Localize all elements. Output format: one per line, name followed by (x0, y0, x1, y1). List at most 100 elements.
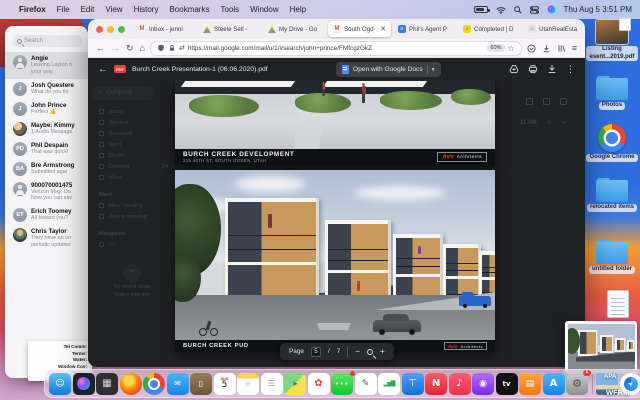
menu-tools[interactable]: Tools (220, 5, 239, 14)
system-preferences-icon[interactable]: ⚙1 (566, 373, 588, 395)
menu-file[interactable]: File (57, 5, 70, 14)
zoom-window-button[interactable] (118, 26, 125, 33)
news-icon[interactable]: N (425, 373, 447, 395)
tv-icon[interactable]: tv (496, 373, 518, 395)
sidebar-new-meeting[interactable]: New meeting (92, 200, 172, 211)
desktop-label-wfrm[interactable]: WFRM (606, 388, 629, 397)
more-options-icon[interactable]: ⋮ (566, 64, 575, 75)
screenshot-preview-thumbnail[interactable] (565, 321, 637, 373)
spotlight-icon[interactable] (514, 6, 522, 14)
tab-south-ogden-active[interactable]: M South Ogd ✕ (328, 21, 391, 37)
menu-edit[interactable]: Edit (81, 5, 95, 14)
launchpad-icon[interactable]: ▦ (96, 373, 118, 395)
close-window-button[interactable] (96, 26, 103, 33)
menu-window[interactable]: Window (250, 5, 278, 14)
back-icon[interactable]: ← (98, 64, 108, 75)
music-icon[interactable]: ♪ (449, 373, 471, 395)
sidebar-join-meeting[interactable]: Join a meeting (92, 211, 172, 222)
conversation-angie[interactable]: Angie Leaving Layton n your way. (5, 52, 88, 79)
photos-icon[interactable]: ✿ (308, 373, 330, 395)
siri-icon[interactable] (547, 5, 556, 14)
app-store-icon[interactable]: A (543, 373, 565, 395)
library-icon[interactable] (557, 44, 566, 53)
conversation-john-prince[interactable]: J John Prince Perfect 👍 (5, 99, 88, 119)
menu-app-name[interactable]: Firefox (19, 5, 46, 14)
mail-icon[interactable]: ✉ (167, 373, 189, 395)
menu-bookmarks[interactable]: Bookmarks (169, 5, 209, 14)
sidebar-more[interactable]: More (92, 172, 172, 183)
messages-search-input[interactable]: Search (13, 35, 82, 47)
messages-icon[interactable]: ••• (331, 373, 353, 395)
desktop-icon-untitled-folder[interactable]: untitled folder (586, 240, 638, 274)
firefox-icon[interactable] (120, 373, 142, 395)
keynote-icon[interactable]: ⊤ (402, 373, 424, 395)
menu-clock[interactable]: Thu Aug 5 3:51 PM (564, 5, 633, 14)
conversation-erich-toomey[interactable]: ET Erich Toomey All toward you? (5, 205, 88, 225)
hangouts-contact[interactable]: — (92, 239, 172, 250)
tab-completed[interactable]: ↓ Completed | D (458, 21, 521, 37)
conversation-kimmy[interactable]: Maybe: Kimmy 1 Audio Message (5, 119, 88, 139)
menu-help[interactable]: Help (290, 5, 306, 14)
minimize-window-button[interactable] (107, 26, 114, 33)
bookmark-star-icon[interactable]: ☆ (508, 44, 515, 53)
wifi-icon[interactable] (496, 6, 506, 14)
textedit-icon[interactable]: ✎ (355, 373, 377, 395)
chrome-icon[interactable] (143, 373, 165, 395)
app-menu-icon[interactable]: ≡ (572, 44, 577, 53)
home-button[interactable]: ⌂ (140, 44, 145, 53)
sidebar-snoozed[interactable]: Snoozed (92, 128, 172, 139)
finder-icon[interactable]: ☺ (49, 373, 71, 395)
sidebar-deleted[interactable]: Deleted24 (92, 161, 172, 172)
desktop-icon-google-chrome[interactable]: Google Chrome (586, 124, 638, 162)
magnifier-icon[interactable] (367, 349, 373, 355)
chevron-down-icon[interactable]: ▾ (432, 66, 435, 73)
desktop-icon-relocated-items[interactable]: relocated items (586, 178, 638, 212)
zoom-in-button[interactable]: + (380, 347, 385, 356)
contacts-icon[interactable]: ▯ (190, 373, 212, 395)
conversation-chris-taylor[interactable]: Chris Taylor They have an on periodic up… (5, 225, 88, 252)
downloads-icon[interactable] (542, 44, 551, 53)
menu-view[interactable]: View (105, 5, 122, 14)
reminders-icon[interactable]: ☰ (261, 373, 283, 395)
page-number-input[interactable]: 5 (311, 347, 321, 357)
page-zoom-badge[interactable]: 60% (487, 44, 504, 52)
control-center-icon[interactable] (530, 6, 539, 14)
desktop-icon-listing-pdf[interactable]: Listingesent...2019.pdf (586, 20, 638, 61)
url-bar[interactable]: ⇄ https://mail.google.com/mail/u/1/#sear… (151, 42, 521, 55)
calendar-icon[interactable]: AUG5 (214, 373, 236, 395)
lock-icon[interactable] (168, 44, 176, 52)
tab-phils-agent[interactable]: ≡ Phil's Agent P (393, 21, 456, 37)
tab-steele-sell[interactable]: Steele Sell - (198, 21, 261, 37)
compose-button[interactable]: +Compose (92, 86, 154, 100)
reload-button[interactable]: ↻ (126, 44, 134, 53)
permissions-icon[interactable]: ⇄ (179, 44, 185, 52)
tab-utahrealestate[interactable]: ⌂ UtahRealEsta (523, 21, 585, 37)
open-with-google-docs-button[interactable]: Open with Google Docs ▾ (336, 62, 441, 77)
url-text[interactable]: https://mail.google.com/mail/u/1/#search… (188, 45, 485, 52)
conversation-phil-despain[interactable]: PD Phil Despain That was quick! (5, 139, 88, 159)
tab-inbox[interactable]: M Inbox - jenni (133, 21, 196, 37)
notes-icon[interactable]: ≡ (237, 373, 259, 395)
conversation-number[interactable]: 900070001475 Verizon Msg: Ou Now you can… (5, 179, 88, 206)
zoom-out-button[interactable]: − (355, 347, 360, 356)
tracking-shield-icon[interactable] (157, 44, 165, 52)
siri-icon[interactable] (73, 373, 95, 395)
conversation-bre-armstrong[interactable]: BA Bre Armstrong Submitted agai (5, 159, 88, 179)
battery-icon[interactable] (474, 6, 488, 13)
conversation-josh[interactable]: J Josh Questere What do you thi (5, 79, 88, 99)
tab-my-drive[interactable]: My Drive - Go (263, 21, 326, 37)
sidebar-inbox[interactable]: Inbox (92, 106, 172, 117)
pocket-icon[interactable] (527, 44, 536, 53)
sidebar-drafts[interactable]: Drafts (92, 150, 172, 161)
desktop-icon-document[interactable] (592, 290, 640, 318)
numbers-icon[interactable]: ▂▅▇ (378, 373, 400, 395)
desktop-icon-photos-folder[interactable]: Photos (586, 76, 638, 110)
close-tab-icon[interactable]: ✕ (380, 25, 386, 33)
podcasts-icon[interactable]: ◉ (472, 373, 494, 395)
maps-icon[interactable]: ➤ (284, 373, 306, 395)
download-icon[interactable] (547, 64, 557, 74)
menu-history[interactable]: History (134, 5, 159, 14)
forward-button[interactable]: → (111, 44, 120, 53)
desktop-label-apa[interactable]: APA_ (604, 374, 620, 380)
sidebar-sent[interactable]: Sent (92, 139, 172, 150)
